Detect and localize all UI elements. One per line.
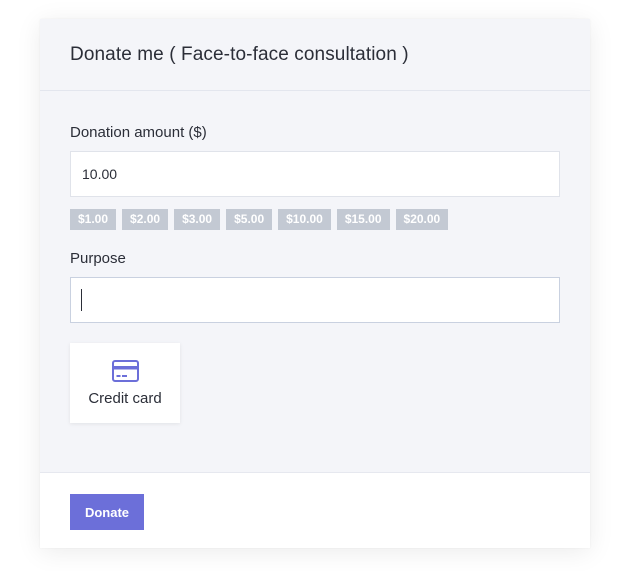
donation-modal: Donate me ( Face-to-face consultation ) …	[40, 19, 590, 548]
text-cursor	[81, 289, 82, 311]
preset-amount-20[interactable]: $20.00	[395, 209, 449, 230]
modal-title: Donate me ( Face-to-face consultation )	[70, 43, 409, 65]
donation-amount-input[interactable]	[70, 151, 560, 197]
modal-footer: Donate	[40, 473, 590, 548]
purpose-field-wrapper	[70, 277, 560, 323]
preset-amount-3[interactable]: $3.00	[174, 209, 221, 230]
preset-amount-5[interactable]: $5.00	[226, 209, 273, 230]
preset-amount-2[interactable]: $2.00	[122, 209, 169, 230]
modal-header: Donate me ( Face-to-face consultation )	[40, 19, 590, 91]
preset-amount-10[interactable]: $10.00	[278, 209, 331, 230]
purpose-input[interactable]	[70, 277, 560, 323]
modal-body: Donation amount ($) $1.00 $2.00 $3.00 $5…	[40, 91, 590, 473]
donate-button[interactable]: Donate	[70, 494, 144, 530]
donation-amount-label: Donation amount ($)	[70, 124, 207, 141]
preset-amounts: $1.00 $2.00 $3.00 $5.00 $10.00 $15.00 $2…	[70, 209, 560, 230]
purpose-label: Purpose	[70, 250, 126, 267]
payment-method-label: Credit card	[88, 389, 162, 407]
preset-amount-15[interactable]: $15.00	[336, 209, 390, 230]
payment-method-credit-card[interactable]: Credit card	[70, 343, 180, 423]
credit-card-icon	[111, 359, 139, 382]
preset-amount-1[interactable]: $1.00	[70, 209, 117, 230]
